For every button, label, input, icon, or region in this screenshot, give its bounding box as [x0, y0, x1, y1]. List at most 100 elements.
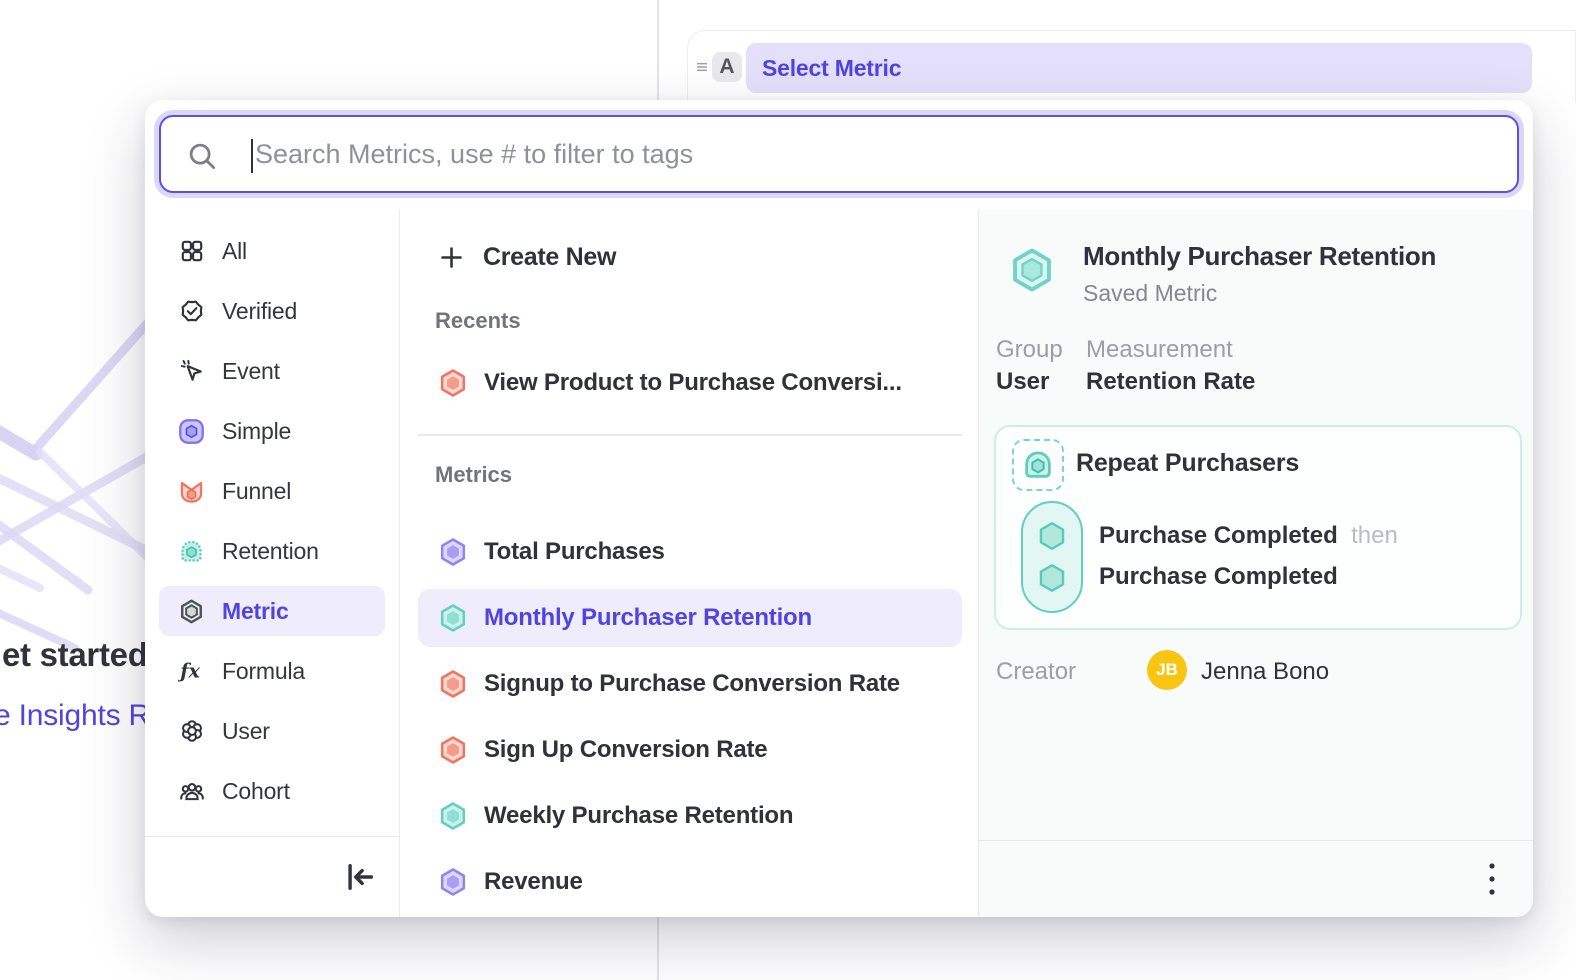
definition-step: Purchase Completed then: [1099, 522, 1398, 550]
sidebar-item-label: Funnel: [222, 478, 291, 505]
select-metric-label: Select Metric: [762, 55, 901, 82]
creator-label: Creator: [996, 658, 1076, 686]
list-item-label: Signup to Purchase Conversion Rate: [484, 670, 900, 698]
decorative-chart-lines: [0, 318, 160, 668]
section-label-recents: Recents: [435, 308, 962, 334]
list-item-label: View Product to Purchase Conversi...: [484, 369, 902, 397]
hexagon-salmon-icon: [438, 669, 468, 699]
metric-hexagon-teal-icon: [1009, 247, 1055, 293]
simple-icon: [178, 418, 205, 445]
search-input[interactable]: [161, 117, 1517, 191]
sidebar-item-cohort[interactable]: Cohort: [145, 766, 385, 816]
filter-sidebar: All Verified: [145, 210, 400, 917]
sidebar-item-funnel[interactable]: Funnel: [145, 466, 385, 516]
sidebar-item-all[interactable]: All: [145, 226, 385, 276]
select-metric-control[interactable]: Select Metric: [746, 43, 1532, 93]
metric-picker-modal: All Verified: [145, 100, 1533, 917]
sidebar-item-label: Metric: [222, 598, 289, 625]
text-cursor: [251, 139, 253, 173]
sidebar-item-label: Event: [222, 358, 280, 385]
detail-subtitle: Saved Metric: [1083, 280, 1217, 307]
hexagon-purple-icon: [438, 537, 468, 567]
sidebar-footer: [145, 836, 399, 917]
verified-badge-icon: [178, 298, 205, 325]
list-item-label: Total Purchases: [484, 538, 665, 566]
background-heading-fragment: et started.: [2, 636, 156, 674]
sidebar-item-label: Formula: [222, 658, 305, 685]
list-item-sign-up-conversion-rate[interactable]: Sign Up Conversion Rate: [418, 721, 962, 779]
create-new-label: Create New: [483, 243, 616, 272]
sidebar-item-event[interactable]: Event: [145, 346, 385, 396]
search-box[interactable]: [159, 115, 1519, 193]
hexagon-teal-icon: [438, 603, 468, 633]
search-icon: [187, 141, 217, 171]
step-event: Purchase Completed: [1099, 522, 1338, 549]
metrics-list: Total Purchases Monthly Purchaser Retent…: [418, 523, 962, 911]
retention-behavior-icon: [1012, 439, 1064, 491]
field-label-measurement: Measurement: [1086, 336, 1233, 364]
metric-picker-screen: et started. e Insights Re A Select Metri…: [0, 0, 1576, 980]
list-item-recent[interactable]: View Product to Purchase Conversi...: [418, 354, 962, 412]
creator-avatar: JB: [1147, 650, 1187, 690]
hexagon-purple-icon: [438, 867, 468, 897]
list-item-revenue[interactable]: Revenue: [418, 853, 962, 911]
list-item-monthly-purchaser-retention[interactable]: Monthly Purchaser Retention: [418, 589, 962, 647]
svg-text:ƒx: ƒx: [178, 659, 200, 682]
metric-hexagon-icon: [178, 598, 205, 625]
sidebar-item-formula[interactable]: ƒx Formula: [145, 646, 385, 696]
detail-footer: [979, 840, 1533, 917]
list-item-signup-to-purchase-conversion-rate[interactable]: Signup to Purchase Conversion Rate: [418, 655, 962, 713]
metric-detail-panel: Monthly Purchaser Retention Saved Metric…: [978, 210, 1533, 917]
creator-name: Jenna Bono: [1201, 658, 1329, 686]
event-sequence-capsule: [1021, 501, 1083, 613]
drag-handle-icon[interactable]: [692, 57, 712, 77]
query-builder-row: A Select Metric: [687, 30, 1576, 102]
picker-columns: All Verified: [145, 210, 1533, 917]
sidebar-item-label: All: [222, 238, 247, 265]
step-event: Purchase Completed: [1099, 563, 1338, 590]
step-connector: then: [1344, 522, 1397, 549]
sidebar-item-simple[interactable]: Simple: [145, 406, 385, 456]
sidebar-item-user[interactable]: User: [145, 706, 385, 756]
formula-icon: ƒx: [178, 658, 205, 685]
sidebar-item-label: Cohort: [222, 778, 290, 805]
definition-name: Repeat Purchasers: [1076, 449, 1299, 478]
field-label-group: Group: [996, 336, 1063, 364]
sidebar-item-label: User: [222, 718, 270, 745]
event-hexagon-icon: [1034, 518, 1070, 554]
sidebar-item-label: Simple: [222, 418, 291, 445]
grid-icon: [178, 238, 205, 265]
insights-report-link-fragment[interactable]: e Insights Re: [0, 699, 167, 733]
list-item-weekly-purchase-retention[interactable]: Weekly Purchase Retention: [418, 787, 962, 845]
funnel-icon: [178, 478, 205, 505]
plus-icon: [438, 244, 465, 271]
hexagon-salmon-icon: [438, 368, 468, 398]
user-flower-icon: [178, 718, 205, 745]
metric-definition-card: Repeat Purchasers Purchase Completed the…: [994, 425, 1522, 630]
sidebar-item-metric[interactable]: Metric: [159, 586, 385, 636]
retention-icon: [178, 538, 205, 565]
search-area: [145, 100, 1533, 210]
list-item-label: Sign Up Conversion Rate: [484, 736, 767, 764]
hexagon-teal-icon: [438, 801, 468, 831]
create-new-button[interactable]: Create New: [418, 232, 962, 282]
definition-step: Purchase Completed: [1099, 563, 1338, 591]
field-value-measurement: Retention Rate: [1086, 368, 1255, 396]
hexagon-salmon-icon: [438, 735, 468, 765]
event-cursor-icon: [178, 358, 205, 385]
collapse-panel-icon[interactable]: [343, 860, 377, 894]
event-hexagon-icon: [1034, 560, 1070, 596]
metric-list-column: Create New Recents View Product to Purch…: [400, 210, 978, 917]
sidebar-item-label: Verified: [222, 298, 297, 325]
sidebar-item-retention[interactable]: Retention: [145, 526, 385, 576]
sidebar-item-verified[interactable]: Verified: [145, 286, 385, 336]
sidebar-item-label: Retention: [222, 538, 319, 565]
list-divider: [418, 434, 962, 436]
more-options-icon[interactable]: [1487, 861, 1497, 897]
cohort-icon: [178, 778, 205, 805]
row-letter-badge[interactable]: A: [712, 52, 742, 82]
list-item-label: Weekly Purchase Retention: [484, 802, 793, 830]
section-label-metrics: Metrics: [435, 462, 962, 488]
field-value-group: User: [996, 368, 1049, 396]
list-item-total-purchases[interactable]: Total Purchases: [418, 523, 962, 581]
